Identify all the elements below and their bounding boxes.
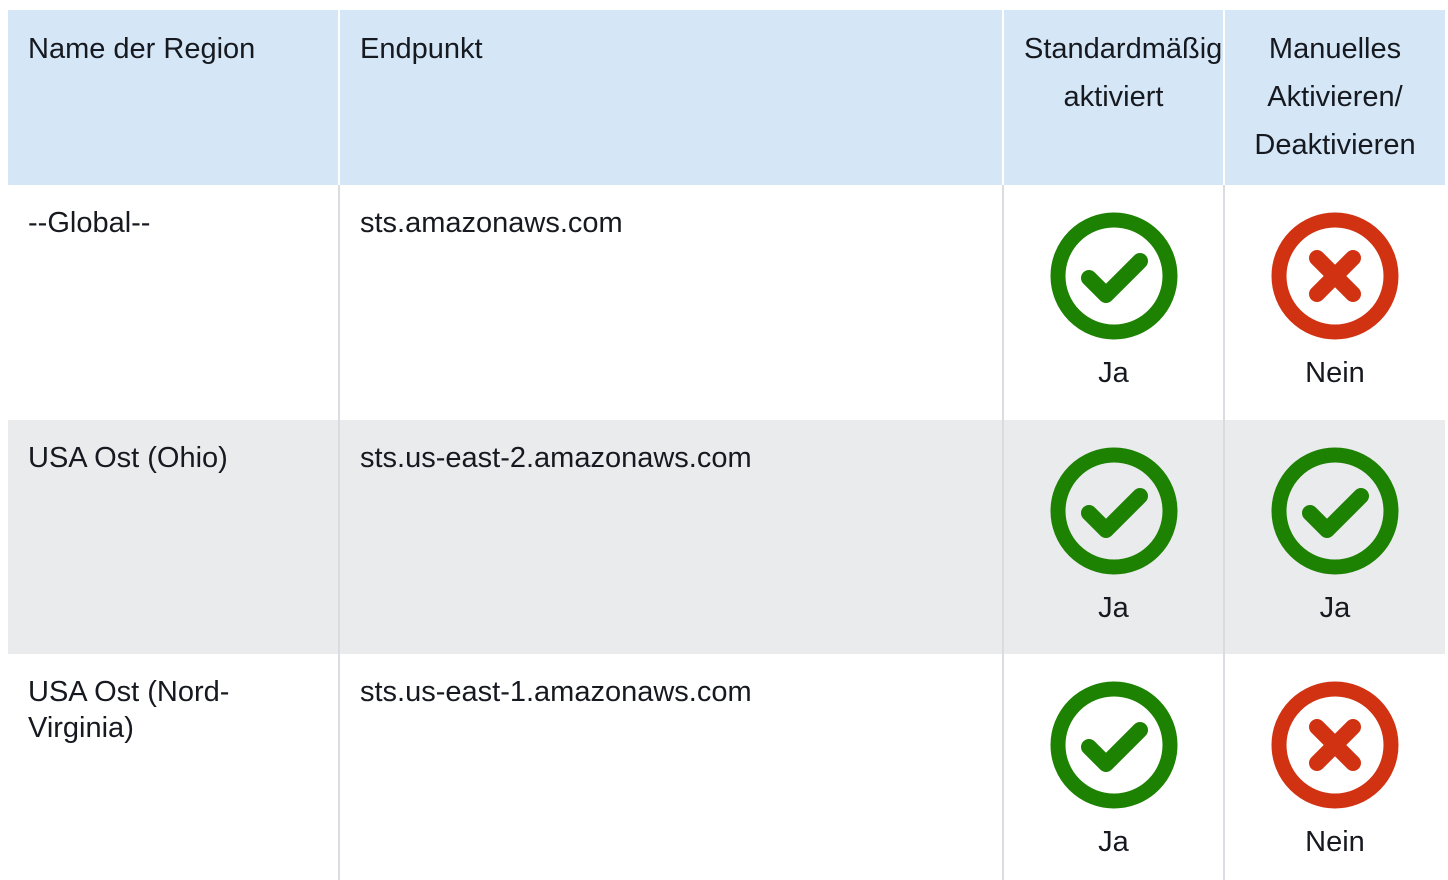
status-label: Ja [1098, 592, 1129, 624]
endpoint-cell: sts.amazonaws.com [338, 185, 1003, 420]
check-circle-icon [1049, 680, 1179, 810]
default-enabled-cell: Ja [1002, 420, 1224, 654]
x-circle-icon [1270, 680, 1400, 810]
table-header: Name der Region Endpunkt Standardmäßig a… [8, 10, 1445, 185]
table-row: --Global-- sts.amazonaws.com Ja Nein [8, 185, 1445, 420]
check-circle-icon [1049, 211, 1179, 341]
status-label: Ja [1098, 826, 1129, 858]
header-manual-toggle: Manuelles Aktivieren/ Deaktivieren [1223, 10, 1445, 185]
region-endpoint-table: Name der Region Endpunkt Standardmäßig a… [8, 10, 1445, 880]
status-label: Nein [1305, 826, 1365, 858]
header-default-enabled: Standardmäßig aktiviert [1002, 10, 1224, 185]
manual-toggle-cell: Nein [1223, 654, 1445, 880]
header-region-name: Name der Region [8, 10, 339, 185]
default-enabled-cell: Ja [1002, 185, 1224, 420]
x-circle-icon [1270, 211, 1400, 341]
region-endpoint-table-container: Name der Region Endpunkt Standardmäßig a… [8, 10, 1445, 880]
table-row: USA Ost (Ohio) sts.us-east-2.amazonaws.c… [8, 420, 1445, 654]
header-endpoint: Endpunkt [338, 10, 1003, 185]
header-row: Name der Region Endpunkt Standardmäßig a… [8, 10, 1445, 185]
check-circle-icon [1049, 446, 1179, 576]
endpoint-cell: sts.us-east-1.amazonaws.com [338, 654, 1003, 880]
status-label: Ja [1319, 592, 1351, 624]
manual-toggle-cell: Ja [1223, 420, 1445, 654]
manual-toggle-cell: Nein [1223, 185, 1445, 420]
default-enabled-cell: Ja [1002, 654, 1224, 880]
region-name-cell: USA Ost (Ohio) [8, 420, 339, 654]
region-name-cell: USA Ost (Nord-Virginia) [8, 654, 339, 880]
check-circle-icon [1270, 446, 1400, 576]
region-name-cell: --Global-- [8, 185, 339, 420]
endpoint-cell: sts.us-east-2.amazonaws.com [338, 420, 1003, 654]
table-row: USA Ost (Nord-Virginia) sts.us-east-1.am… [8, 654, 1445, 880]
status-label: Nein [1305, 357, 1365, 389]
table-body: --Global-- sts.amazonaws.com Ja Nein USA… [8, 185, 1445, 880]
status-label: Ja [1098, 357, 1129, 389]
